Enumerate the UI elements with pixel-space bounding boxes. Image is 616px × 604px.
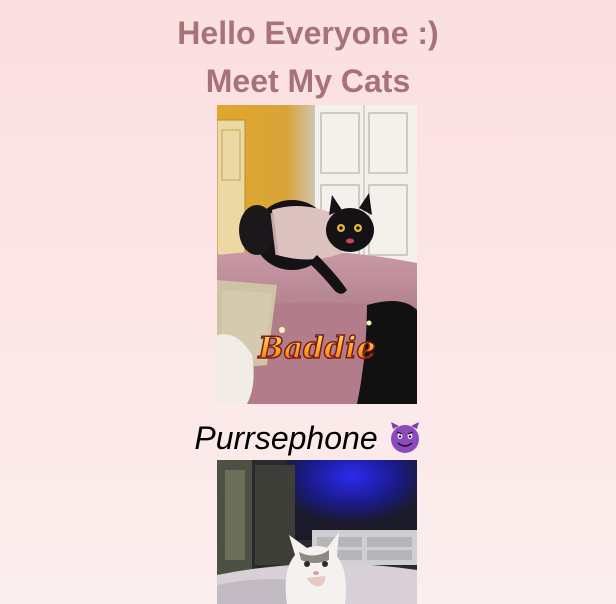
smiling-devil-emoji-icon bbox=[388, 420, 422, 454]
cat-name-text: Purrsephone bbox=[194, 420, 378, 456]
baddie-sticker-text: Baddie bbox=[257, 331, 375, 366]
subtitle-heading: Meet My Cats bbox=[205, 63, 411, 99]
cat-photo-purrsephone: Baddie bbox=[217, 105, 417, 404]
greeting-heading: Hello Everyone :) bbox=[177, 15, 439, 51]
cat-photo-second bbox=[217, 460, 417, 604]
cat-name-caption: Purrsephone bbox=[0, 418, 616, 458]
